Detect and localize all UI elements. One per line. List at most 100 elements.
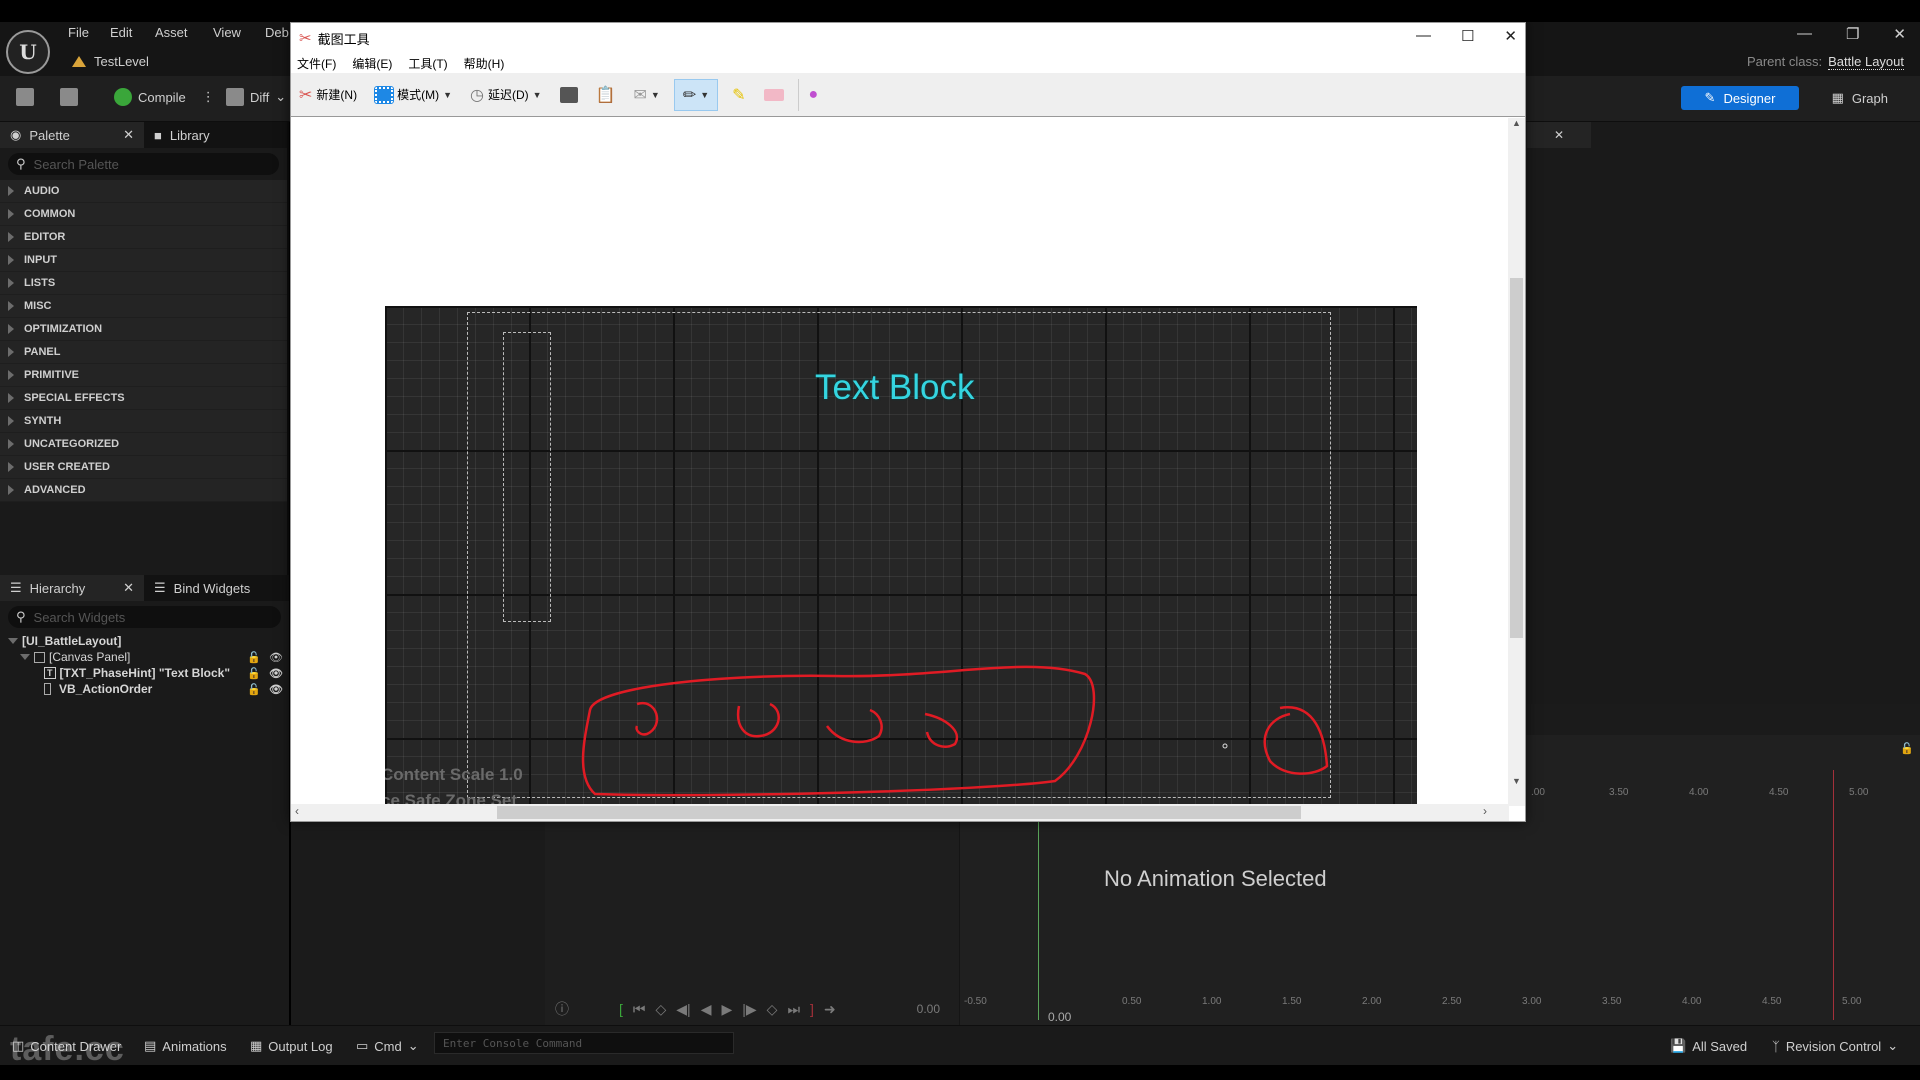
tree-item-text-block[interactable]: T [TXT_PhaseHint] "Text Block" 🔓 👁 [0, 665, 289, 681]
cmd-dropdown[interactable]: ▭ Cmd ⌄ [356, 1038, 419, 1054]
lock-icon[interactable]: 🔓 [247, 651, 261, 664]
tab-hierarchy[interactable]: ☰ Hierarchy ✕ [0, 575, 144, 601]
scroll-up-icon[interactable]: ▲ [1512, 118, 1521, 128]
visibility-eye-icon[interactable]: 👁 [269, 651, 283, 664]
new-snip-button[interactable]: ✂ 新建(N) [295, 79, 361, 111]
collapse-icon[interactable] [20, 654, 30, 660]
tree-item-root[interactable]: [UI_BattleLayout] [0, 633, 289, 649]
collapse-icon[interactable] [8, 638, 18, 644]
console-command-input[interactable]: Enter Console Command [434, 1032, 734, 1054]
horizontal-scroll-thumb[interactable] [497, 806, 1301, 819]
step-forward-icon[interactable]: |▶ [742, 1001, 756, 1018]
compile-button[interactable]: Compile ⋮ [114, 88, 215, 106]
delay-dropdown[interactable]: ◷ 延迟(D) ▼ [466, 79, 546, 111]
timeline-ruler[interactable]: -0.50 0.50 1.00 1.50 2.00 2.50 3.00 3.50… [960, 996, 1920, 1012]
all-saved-button[interactable]: 💾 All Saved [1670, 1038, 1747, 1054]
menu-file[interactable]: File [68, 25, 89, 40]
category-special-effects[interactable]: SPECIAL EFFECTS [0, 387, 287, 410]
vertical-scroll-thumb[interactable] [1510, 278, 1523, 638]
browse-button[interactable] [60, 88, 78, 106]
tree-item-vertical-box[interactable]: VB_ActionOrder 🔓 👁 [0, 681, 289, 697]
minimize-icon[interactable]: — [1416, 27, 1431, 45]
visibility-eye-icon[interactable]: 👁 [269, 683, 283, 696]
menu-help[interactable]: 帮助(H) [464, 55, 505, 72]
scroll-down-icon[interactable]: ▼ [1512, 776, 1521, 786]
tab-bind-widgets[interactable]: ☰ Bind Widgets [144, 575, 260, 601]
output-log-button[interactable]: ▦ Output Log [250, 1038, 333, 1054]
maximize-icon[interactable]: ☐ [1461, 27, 1474, 45]
set-start-icon[interactable]: [ [619, 1001, 623, 1017]
category-primitive[interactable]: PRIMITIVE [0, 364, 287, 387]
pen-tool-button[interactable]: ✏ ▼ [673, 78, 719, 111]
copy-button[interactable]: 📋 [592, 79, 620, 111]
send-snip-button[interactable]: ✉ ▼ [629, 79, 663, 111]
menu-tools[interactable]: 工具(T) [408, 55, 447, 72]
category-input[interactable]: INPUT [0, 249, 287, 272]
designer-mode-button[interactable]: ✎ Designer [1681, 86, 1799, 110]
restore-icon[interactable]: ❐ [1846, 25, 1859, 43]
info-icon[interactable]: ⓘ [555, 999, 569, 1019]
close-icon[interactable]: ✕ [123, 127, 134, 143]
widget-search-input[interactable]: ⚲ Search Widgets [8, 606, 281, 628]
menu-view[interactable]: View [213, 25, 241, 40]
category-uncategorized[interactable]: UNCATEGORIZED [0, 433, 287, 456]
details-tab-close[interactable]: ✕ [1527, 122, 1591, 148]
loop-icon[interactable]: ➜ [824, 1001, 836, 1018]
tab-library[interactable]: ■ Library [144, 122, 220, 148]
lock-icon[interactable]: 🔓 [1900, 742, 1914, 755]
category-synth[interactable]: SYNTH [0, 410, 287, 433]
highlighter-button[interactable]: ✎ [728, 79, 749, 111]
snip-title-bar[interactable]: ✂ 截图工具 — ☐ ✕ [291, 23, 1525, 53]
menu-edit[interactable]: 编辑(E) [352, 55, 392, 72]
category-advanced[interactable]: ADVANCED [0, 479, 287, 502]
diff-button[interactable]: Diff ⌄ [226, 88, 286, 106]
tab-palette[interactable]: ◉ Palette ✕ [0, 122, 144, 148]
category-optimization[interactable]: OPTIMIZATION [0, 318, 287, 341]
paint3d-button[interactable]: ● [797, 78, 823, 111]
save-button[interactable] [16, 88, 34, 106]
graph-mode-button[interactable]: ▦ Graph [1832, 86, 1888, 110]
revision-control-button[interactable]: ᛉ Revision Control ⌄ [1772, 1038, 1898, 1054]
vertical-scrollbar[interactable]: ▲ ▼ [1508, 118, 1525, 806]
level-tab[interactable]: TestLevel [72, 54, 149, 69]
play-icon[interactable]: ▶ [721, 1001, 732, 1018]
close-icon[interactable]: ✕ [123, 580, 134, 596]
category-lists[interactable]: LISTS [0, 272, 287, 295]
menu-debug[interactable]: Deb [265, 25, 289, 40]
category-panel[interactable]: PANEL [0, 341, 287, 364]
category-editor[interactable]: EDITOR [0, 226, 287, 249]
menu-edit[interactable]: Edit [110, 25, 132, 40]
menu-file[interactable]: 文件(F) [297, 55, 336, 72]
palette-search-input[interactable]: ⚲ Search Palette [8, 153, 279, 175]
menu-asset[interactable]: Asset [155, 25, 188, 40]
step-back-icon[interactable]: ◀| [676, 1001, 690, 1018]
category-common[interactable]: COMMON [0, 203, 287, 226]
set-end-icon[interactable]: ] [810, 1001, 814, 1017]
unreal-logo-icon[interactable]: U [6, 30, 50, 74]
compile-options-icon[interactable]: ⋮ [202, 89, 215, 105]
eraser-button[interactable] [760, 79, 788, 111]
lock-icon[interactable]: 🔓 [247, 667, 261, 680]
category-user-created[interactable]: USER CREATED [0, 456, 287, 479]
next-key-icon[interactable]: ◇ [767, 1001, 778, 1018]
close-icon[interactable]: ✕ [1893, 25, 1906, 43]
category-audio[interactable]: AUDIO [0, 180, 287, 203]
timeline-end-marker[interactable] [1833, 770, 1834, 1020]
horizontal-scrollbar[interactable]: ‹ › [291, 804, 1509, 821]
save-snip-button[interactable] [556, 79, 582, 111]
close-icon[interactable]: ✕ [1504, 27, 1517, 45]
play-reverse-icon[interactable]: ◀ [701, 1001, 712, 1018]
animations-button[interactable]: ▤ Animations [144, 1038, 227, 1054]
scroll-left-icon[interactable]: ‹ [295, 804, 299, 818]
prev-key-icon[interactable]: ◇ [656, 1001, 667, 1018]
tree-item-canvas-panel[interactable]: [Canvas Panel] 🔓 👁 [0, 649, 289, 665]
timeline-ruler-top[interactable]: .00 3.50 4.00 4.50 5.00 [1527, 787, 1920, 803]
scroll-right-icon[interactable]: › [1483, 804, 1487, 818]
captured-image[interactable]: Text Block Content Scale 1.0 ce Safe Zon… [385, 306, 1417, 808]
jump-to-start-icon[interactable]: ⏮ [633, 1001, 646, 1018]
minimize-icon[interactable]: — [1797, 25, 1812, 43]
jump-to-end-icon[interactable]: ⏭ [787, 1001, 800, 1018]
parent-class-link[interactable]: Battle Layout [1828, 54, 1904, 70]
lock-icon[interactable]: 🔓 [247, 683, 261, 696]
mode-dropdown[interactable]: 模式(M) ▼ [371, 79, 456, 111]
